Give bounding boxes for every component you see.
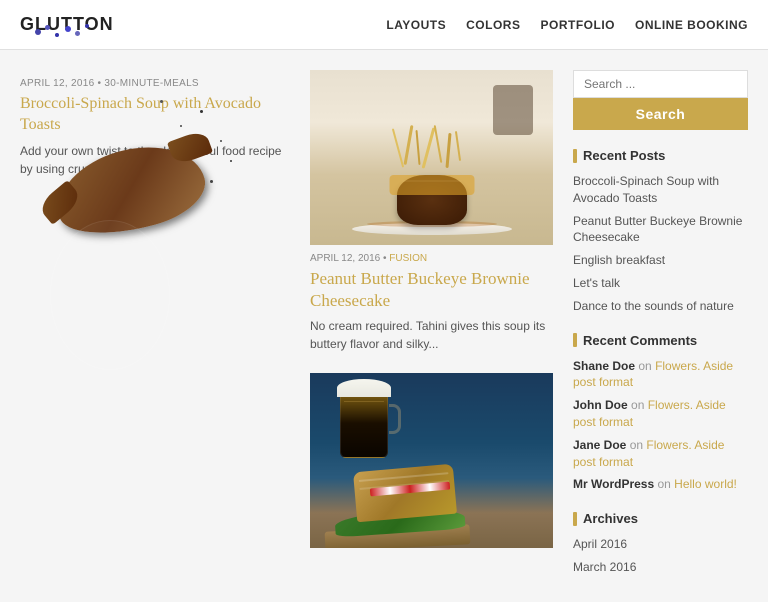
main-content: APRIL 12, 2016 • 30-MINUTE-MEALS Broccol… (0, 50, 768, 602)
post-card-1-date: APRIL 12, 2016 (310, 253, 380, 264)
comment-3-link[interactable]: Hello world! (674, 477, 737, 491)
post-card-1-title: Peanut Butter Buckeye Brownie Cheesecake (310, 268, 553, 312)
recent-post-1[interactable]: Peanut Butter Buckeye Brownie Cheesecake (573, 213, 748, 247)
archives-title: Archives (573, 511, 748, 526)
main-nav: LAYOUTS COLORS PORTFOLIO ONLINE BOOKING (386, 18, 748, 32)
nav-online-booking[interactable]: ONLINE BOOKING (635, 18, 748, 32)
archives-section: Archives April 2016 March 2016 (573, 511, 748, 576)
featured-post-meta: APRIL 12, 2016 • 30-MINUTE-MEALS (20, 78, 290, 89)
archive-1[interactable]: March 2016 (573, 559, 748, 576)
search-button[interactable]: Search (573, 98, 748, 130)
comment-1: John Doe on Flowers. Aside post format (573, 397, 748, 431)
recent-post-3[interactable]: Let's talk (573, 275, 748, 292)
post-card-1-excerpt: No cream required. Tahini gives this sou… (310, 317, 553, 353)
center-column: APRIL 12, 2016 • FUSION Peanut Butter Bu… (310, 70, 553, 582)
nav-colors[interactable]: COLORS (466, 18, 520, 32)
search-input[interactable] (573, 70, 748, 98)
post-card-2 (310, 373, 553, 548)
comment-3: Mr WordPress on Hello world! (573, 476, 748, 493)
post-image-burger (310, 70, 553, 245)
nav-portfolio[interactable]: PORTFOLIO (540, 18, 615, 32)
post-card-1: APRIL 12, 2016 • FUSION Peanut Butter Bu… (310, 70, 553, 353)
recent-post-4[interactable]: Dance to the sounds of nature (573, 298, 748, 315)
recent-posts-section: Recent Posts Broccoli-Spinach Soup with … (573, 148, 748, 315)
header: GLUTTON LAYOUTS COLORS PORTFOLIO ONLINE … (0, 0, 768, 50)
recent-comments-section: Recent Comments Shane Doe on Flowers. As… (573, 333, 748, 494)
comment-0: Shane Doe on Flowers. Aside post format (573, 358, 748, 392)
nav-layouts[interactable]: LAYOUTS (386, 18, 446, 32)
comment-2: Jane Doe on Flowers. Aside post format (573, 437, 748, 471)
archive-0[interactable]: April 2016 (573, 536, 748, 553)
featured-post: APRIL 12, 2016 • 30-MINUTE-MEALS Broccol… (20, 70, 290, 582)
post-card-1-meta: APRIL 12, 2016 • FUSION (310, 253, 553, 264)
sidebar: Search Recent Posts Broccoli-Spinach Sou… (573, 70, 748, 582)
recent-posts-title: Recent Posts (573, 148, 748, 163)
recent-comments-title: Recent Comments (573, 333, 748, 348)
recent-post-2[interactable]: English breakfast (573, 252, 748, 269)
recent-post-0[interactable]: Broccoli-Spinach Soup with Avocado Toast… (573, 173, 748, 207)
post-image-sandwich (310, 373, 553, 548)
post-card-1-category: FUSION (389, 253, 427, 264)
